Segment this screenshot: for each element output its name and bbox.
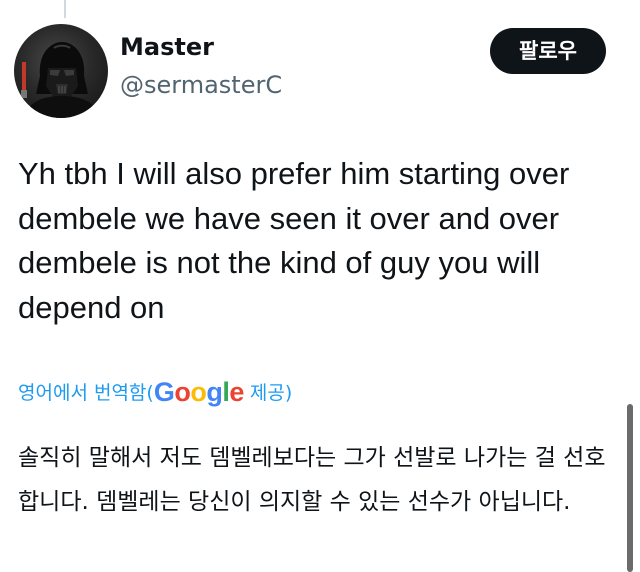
darth-vader-avatar-icon	[21, 42, 100, 118]
scrollbar[interactable]	[627, 404, 633, 572]
google-logo-letter: o	[190, 377, 207, 407]
google-logo-letter: g	[206, 377, 223, 407]
google-logo-letter: o	[174, 377, 191, 407]
translation-attribution[interactable]: 영어에서 번역함(Google 제공)	[18, 377, 292, 408]
user-handle[interactable]: @sermasterC	[120, 70, 282, 100]
translation-suffix: 제공)	[243, 382, 293, 404]
google-logo-letter: e	[229, 377, 244, 407]
translated-text: 솔직히 말해서 저도 뎀벨레보다는 그가 선발로 나가는 걸 선호합니다. 뎀벨…	[18, 445, 606, 515]
follow-button[interactable]: 팔로우	[490, 28, 606, 74]
display-name[interactable]: Master	[120, 32, 214, 62]
translation-prefix: 영어에서 번역함(	[18, 382, 154, 404]
google-logo-letter: G	[153, 377, 175, 407]
google-logo: Google	[153, 377, 245, 407]
avatar[interactable]	[14, 24, 108, 118]
tweet-text: Yh tbh I will also prefer him starting o…	[18, 156, 570, 325]
thread-connector-line	[64, 0, 66, 18]
tweet-header: Master @sermasterC 팔로우	[0, 18, 640, 118]
